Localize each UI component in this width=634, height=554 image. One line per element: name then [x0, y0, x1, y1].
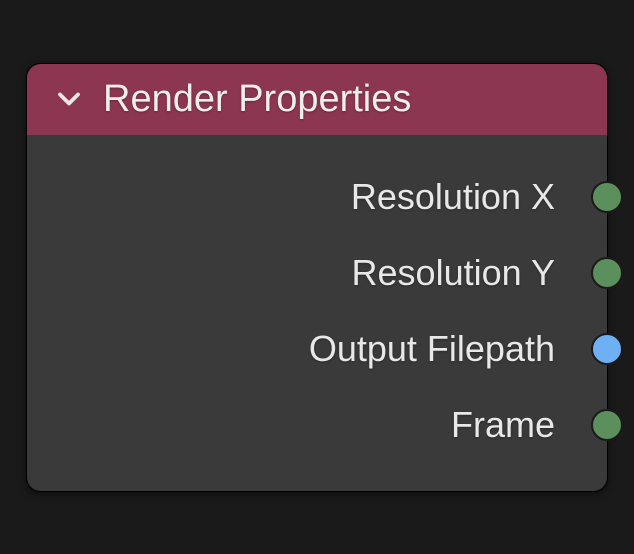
socket-label: Output Filepath: [309, 328, 555, 370]
socket-dot-icon[interactable]: [591, 333, 623, 365]
node-title: Render Properties: [103, 78, 411, 121]
socket-dot-icon[interactable]: [591, 181, 623, 213]
chevron-down-icon[interactable]: [51, 81, 87, 117]
socket-label: Resolution Y: [352, 252, 555, 294]
socket-label: Resolution X: [351, 176, 555, 218]
node-render-properties[interactable]: Render Properties Resolution X Resolutio…: [26, 63, 608, 492]
socket-dot-icon[interactable]: [591, 257, 623, 289]
output-socket-row: Resolution X: [27, 159, 607, 235]
node-body: Resolution X Resolution Y Output Filepat…: [27, 135, 607, 491]
socket-label: Frame: [451, 404, 555, 446]
node-header[interactable]: Render Properties: [27, 64, 607, 135]
output-socket-row: Resolution Y: [27, 235, 607, 311]
output-socket-row: Output Filepath: [27, 311, 607, 387]
output-socket-row: Frame: [27, 387, 607, 463]
socket-dot-icon[interactable]: [591, 409, 623, 441]
